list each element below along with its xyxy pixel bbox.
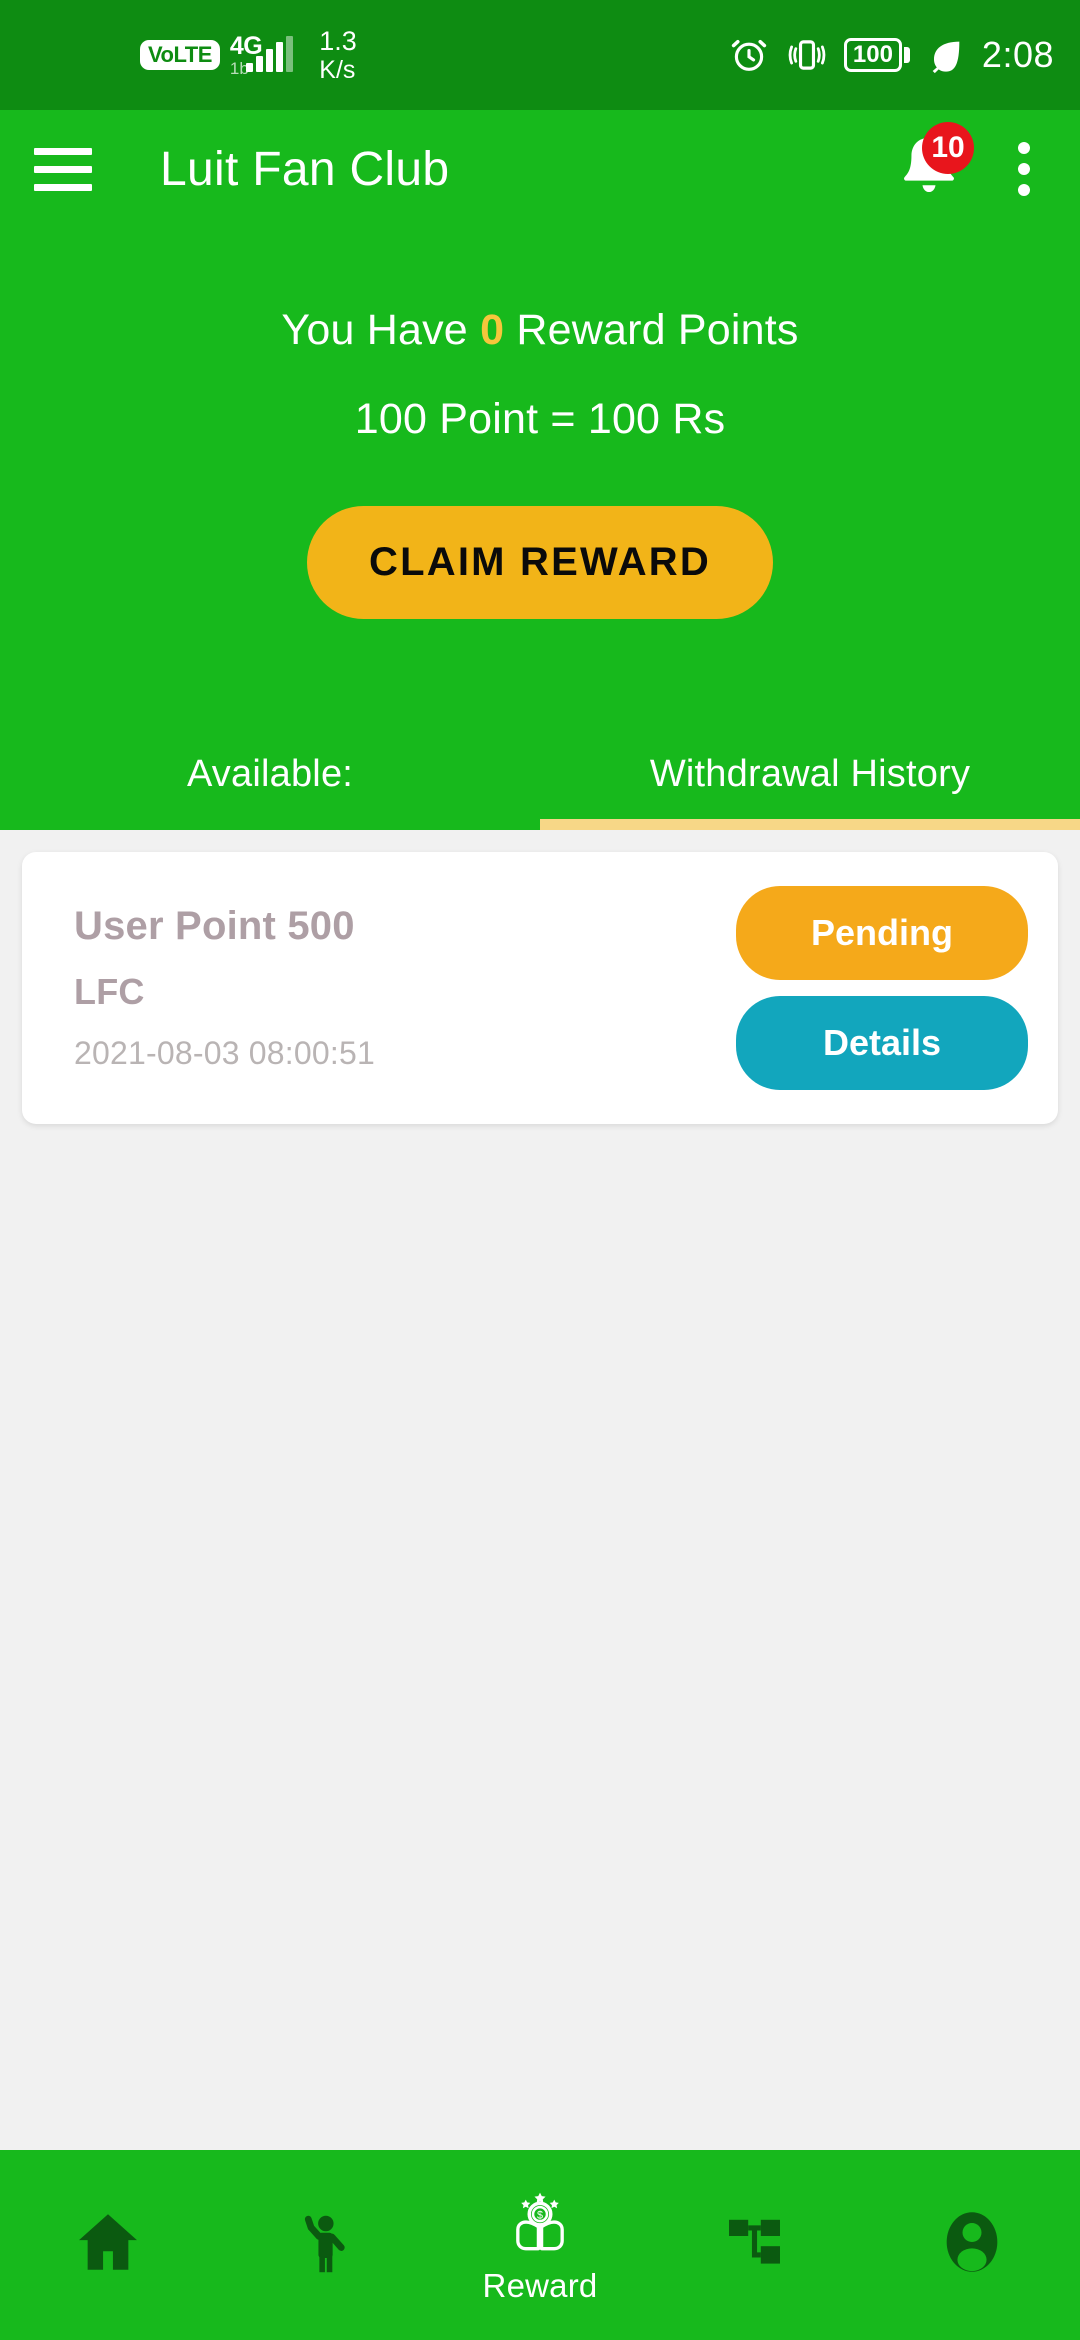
nav-item-reward[interactable]: $ Reward <box>432 2150 648 2340</box>
vibrate-icon <box>788 40 826 70</box>
conversion-rate-label: 100 Point = 100 Rs <box>354 395 726 443</box>
notification-count-badge: 10 <box>922 122 974 174</box>
tab-available[interactable]: Available: <box>0 731 540 830</box>
reward-summary-section: You Have 0 Reward Points 100 Point = 100… <box>0 228 1080 830</box>
claim-reward-button[interactable]: CLAIM REWARD <box>307 506 773 619</box>
network-tree-icon <box>729 2219 780 2264</box>
data-speed-value: 1.3 <box>319 25 357 56</box>
reward-points-prefix: You Have <box>281 306 468 354</box>
app-bar: Luit Fan Club 10 <box>0 110 1080 228</box>
withdrawal-title: User Point 500 <box>74 904 355 948</box>
status-bar-clock: 2:08 <box>981 34 1054 75</box>
network-sub-label: 1b <box>229 58 249 78</box>
app-bar-actions: 10 <box>890 122 1046 212</box>
list-item[interactable]: User Point 500 LFC 2021-08-03 08:00:51 P… <box>22 852 1058 1124</box>
bottom-navigation-bar: $ Reward <box>0 2150 1080 2340</box>
volte-icon: VoLTE <box>140 40 220 70</box>
kebab-menu-icon[interactable] <box>1002 136 1046 202</box>
reward-points-suffix: Reward Points <box>516 306 799 354</box>
leaf-icon <box>932 41 960 74</box>
status-bar-left: VoLTE 4G 1b 1.3 K/s <box>0 25 357 84</box>
data-speed-unit: K/s <box>319 56 356 84</box>
page-title: Luit Fan Club <box>160 142 450 196</box>
alarm-clock-icon <box>731 39 767 71</box>
battery-icon: 100 <box>843 38 910 72</box>
withdrawal-info: User Point 500 LFC 2021-08-03 08:00:51 <box>74 904 736 1072</box>
svg-text:$: $ <box>537 2210 543 2222</box>
data-speed-indicator: 1.3 K/s <box>319 25 357 84</box>
person-waving-icon <box>304 2215 345 2273</box>
nav-item-network[interactable] <box>648 2150 864 2340</box>
nav-label-reward: Reward <box>482 2267 598 2304</box>
tab-active-indicator <box>540 819 1080 830</box>
nav-item-community[interactable] <box>216 2150 432 2340</box>
details-button[interactable]: Details <box>736 996 1028 1090</box>
status-bar: VoLTE 4G 1b 1.3 K/s 100 2:08 <box>0 0 1080 110</box>
notifications-button[interactable]: 10 <box>890 122 974 212</box>
battery-percent-label: 100 <box>843 38 902 72</box>
battery-cap <box>903 47 910 63</box>
app-screen: VoLTE 4G 1b 1.3 K/s 100 2:08 Luit Fan Cl… <box>0 0 1080 2340</box>
status-badge[interactable]: Pending <box>736 886 1028 980</box>
status-bar-right: 100 2:08 <box>728 34 1054 76</box>
nav-item-home[interactable] <box>0 2150 216 2340</box>
tab-withdrawal-history[interactable]: Withdrawal History <box>540 731 1080 830</box>
hamburger-menu-icon[interactable] <box>34 147 92 191</box>
withdrawal-subtitle: LFC <box>74 971 145 1012</box>
reward-points-line: You Have 0 Reward Points <box>0 306 1080 355</box>
account-circle-icon <box>946 2212 998 2272</box>
tab-bar: Available: Withdrawal History <box>0 731 1080 830</box>
withdrawal-actions: Pending Details <box>736 886 1028 1090</box>
withdrawal-history-list: User Point 500 LFC 2021-08-03 08:00:51 P… <box>0 830 1080 2285</box>
reward-points-value: 0 <box>480 306 505 354</box>
signal-bars-icon <box>246 36 294 72</box>
home-icon <box>79 2214 137 2270</box>
claim-reward-row: CLAIM REWARD <box>0 506 1080 619</box>
nav-item-account[interactable] <box>864 2150 1080 2340</box>
withdrawal-timestamp: 2021-08-03 08:00:51 <box>74 1035 375 1071</box>
hands-holding-coin-icon: $ <box>516 2192 564 2251</box>
